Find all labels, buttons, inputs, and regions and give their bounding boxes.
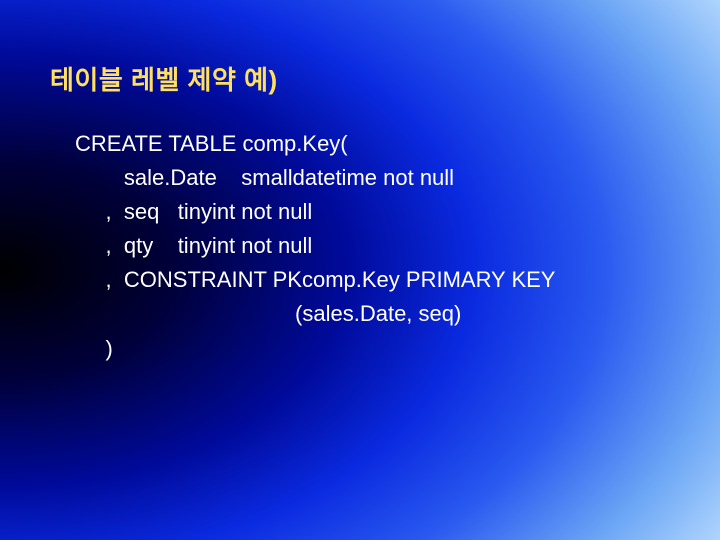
code-line: , qty tinyint not null — [75, 233, 312, 258]
slide: 테이블 레벨 제약 예) CREATE TABLE comp.Key( sale… — [0, 0, 720, 540]
code-line: , CONSTRAINT PKcomp.Key PRIMARY KEY — [75, 267, 555, 292]
code-line: ) — [75, 336, 113, 361]
code-line: CREATE TABLE comp.Key( — [75, 131, 348, 156]
code-line: (sales.Date, seq) — [75, 301, 461, 326]
slide-title: 테이블 레벨 제약 예) — [50, 60, 680, 97]
sql-code-block: CREATE TABLE comp.Key( sale.Date smallda… — [75, 127, 680, 366]
code-line: sale.Date smalldatetime not null — [75, 165, 454, 190]
code-line: , seq tinyint not null — [75, 199, 312, 224]
